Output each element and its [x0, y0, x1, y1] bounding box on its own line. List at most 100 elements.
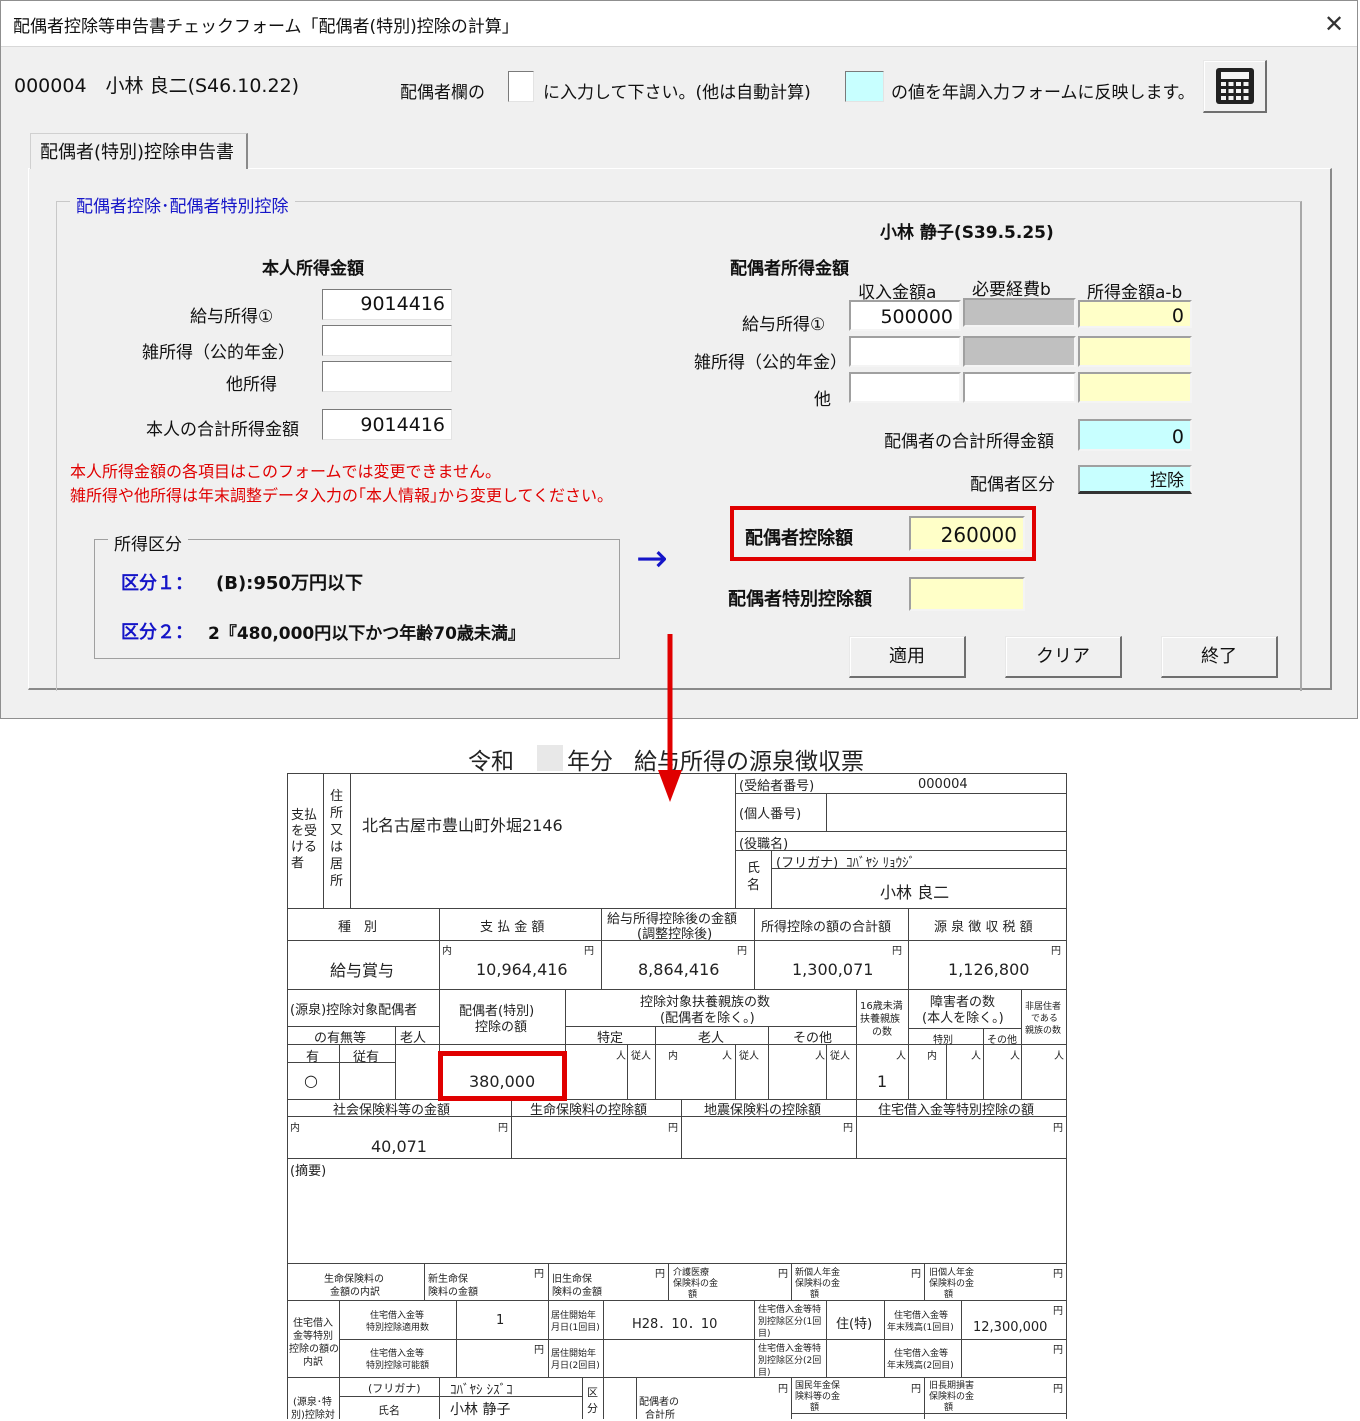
- old-pension-label3: 額: [944, 1290, 954, 1300]
- unit-ju-special: 従人: [631, 1051, 651, 1062]
- spouse-misc-b-field: [963, 336, 1076, 367]
- year-blur: [537, 745, 563, 771]
- close-button[interactable]: ✕: [1311, 5, 1357, 43]
- quake-ins-label: 地震保険料の控除額: [704, 1103, 822, 1118]
- unit-uchi-disabled: 内: [927, 1051, 937, 1062]
- dep-old-label: 老人: [698, 1031, 725, 1046]
- spouse-salary-a-field[interactable]: 500000: [849, 300, 961, 331]
- unit-yen-oldlife: 円: [655, 1269, 665, 1280]
- self-other-label: 他所得: [226, 375, 277, 395]
- unit-ju-old: 従人: [739, 1051, 759, 1062]
- unit-yen-quake: 円: [843, 1123, 853, 1134]
- life-breakdown-label2: 金額の内訳: [330, 1287, 380, 1298]
- calculator-button[interactable]: [1203, 60, 1267, 113]
- bottom-kubun-label1: 区: [587, 1386, 598, 1399]
- tab-label: 配偶者(特別)控除申告書: [40, 142, 235, 163]
- income-class-legend: 所得区分: [108, 530, 188, 555]
- deduction-label: 配偶者控除額: [745, 528, 853, 549]
- hl-date-value: H28．10．10: [632, 1317, 718, 1332]
- spouse-class-field: 控除: [1078, 465, 1192, 494]
- spouse-salary-label: 給与所得①: [742, 315, 826, 335]
- address-label: 住所又は居所: [330, 789, 344, 889]
- hl-label4: 内訳: [303, 1357, 323, 1368]
- spouse-old-label: 老人: [400, 1031, 427, 1046]
- hl-bal-label2: 年末残高(1回目): [887, 1323, 954, 1333]
- new-pension-label3: 額: [810, 1290, 820, 1300]
- special-deduction-field: [909, 577, 1025, 611]
- unit-yen-tax: 円: [1051, 946, 1061, 957]
- dependent-yes-label: 従有: [353, 1050, 380, 1065]
- self-misc-field[interactable]: [322, 325, 452, 356]
- unit-yen-care: 円: [778, 1269, 788, 1280]
- spouse-name: 小林 静子(S39.5.25): [880, 223, 1054, 243]
- old-long-label3: 額: [944, 1403, 954, 1413]
- k2-value: 2『480,000円以下かつ年齢70歳未満』: [208, 624, 525, 644]
- red-arrow-icon: [658, 634, 682, 802]
- spouse-income-heading: 配偶者所得金額: [730, 259, 849, 279]
- hl-date2-label2: 月日(2回目): [551, 1361, 600, 1371]
- self-other-field[interactable]: [322, 361, 452, 392]
- unit-yen-life: 円: [668, 1123, 678, 1134]
- unit-yen-newlife: 円: [534, 1269, 544, 1280]
- slip-title-year: 年分: [567, 749, 613, 775]
- hl-class-value: 住(特): [836, 1317, 873, 1332]
- window-title: 配偶者控除等申告書チェックフォーム「配偶者(特別)控除の計算」: [13, 17, 519, 37]
- slip-title-reiwa: 令和: [468, 749, 514, 775]
- tax-value: 1,126,800: [948, 960, 1030, 979]
- unit-yen-after: 円: [737, 946, 747, 957]
- k1-value: (B):950万円以下: [216, 573, 363, 594]
- h-after2: (調整控除後): [637, 927, 713, 942]
- unit-yen-deduct: 円: [892, 946, 902, 957]
- bottom-name-value: 小林 静子: [450, 1402, 511, 1418]
- dep-special-label: 特定: [597, 1031, 624, 1046]
- spouse-other-a-field[interactable]: [849, 372, 961, 403]
- furigana-label: (フリガナ): [776, 856, 839, 871]
- spouse-other-b-field[interactable]: [963, 372, 1076, 403]
- spouse-exist-label2: の有無等: [314, 1031, 367, 1046]
- paid-value: 10,964,416: [476, 960, 568, 979]
- unit-nin-under16: 人: [896, 1051, 906, 1062]
- apply-button[interactable]: 適用: [849, 636, 966, 678]
- spouse-exist-mark: ○: [304, 1071, 318, 1090]
- special-deduction-label: 配偶者特別控除額: [728, 589, 872, 610]
- title-bar: 配偶者控除等申告書チェックフォーム「配偶者(特別)控除の計算」 ✕: [1, 1, 1357, 47]
- spouse-misc-label: 雑所得（公的年金）: [694, 353, 847, 373]
- h-paid: 支 払 金 額: [480, 920, 545, 935]
- deduct-total-value: 1,300,071: [792, 960, 874, 979]
- self-salary-field[interactable]: 9014416: [322, 289, 452, 320]
- unit-uchi-social: 内: [290, 1123, 300, 1134]
- address-value: 北名古屋市豊山町外堀2146: [362, 816, 563, 835]
- bottom-name-label: 氏名: [378, 1404, 400, 1417]
- col-b-label: 必要経費b: [972, 280, 1051, 300]
- hl-class-label3: 目): [758, 1329, 771, 1339]
- life-ins-label: 生命保険料の控除額: [530, 1103, 648, 1118]
- spouse-exist-label1: (源泉)控除対象配偶者: [290, 1003, 418, 1018]
- spouse-salary-ab-field: 0: [1078, 300, 1192, 328]
- hl-count-label2: 特別控除適用数: [366, 1323, 430, 1333]
- h-deduct-total: 所得控除の額の合計額: [761, 920, 892, 935]
- arrow-right-icon: →: [636, 536, 668, 580]
- housing-loan-label: 住宅借入金等特別控除の額: [878, 1103, 1035, 1118]
- self-salary-label: 給与所得①: [190, 307, 274, 327]
- personal-no-label: (個人番号): [739, 807, 802, 822]
- h-tax: 源 泉 徴 収 税 額: [934, 920, 1033, 935]
- k1-label: 区分１：: [121, 573, 193, 594]
- end-button[interactable]: 終了: [1161, 636, 1278, 678]
- clear-button[interactable]: クリア: [1005, 636, 1122, 678]
- unit-yen-paid: 円: [584, 946, 594, 957]
- instruction-middle: に入力して下さい。(他は自動計算): [543, 83, 811, 103]
- unit-yen-housing: 円: [1053, 1123, 1063, 1134]
- old-life-label2: 険料の金額: [552, 1287, 602, 1298]
- group-label: 配偶者控除･配偶者特別控除: [70, 192, 295, 217]
- bottom-furigana-label: (フリガナ): [368, 1382, 421, 1395]
- hl-bal2-label2: 年末残高(2回目): [887, 1361, 954, 1371]
- national-pension-label3: 額: [810, 1403, 820, 1413]
- notice-line2: 雑所得や他所得は年末調整データ入力の｢本人情報｣から変更してください。: [70, 486, 614, 505]
- bottom-kubun-label2: 分: [587, 1402, 598, 1415]
- spouse-misc-ab-field: [1078, 336, 1192, 367]
- dep-label2: (配偶者を除く。): [660, 1011, 755, 1026]
- tab-spouse-deduction[interactable]: 配偶者(特別)控除申告書: [30, 133, 248, 169]
- recipient-name: 小林 良二: [880, 883, 950, 902]
- self-total-field[interactable]: 9014416: [322, 409, 452, 440]
- spouse-misc-a-field[interactable]: [849, 336, 961, 367]
